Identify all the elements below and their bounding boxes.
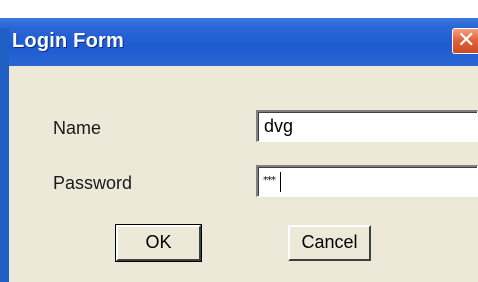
password-label: Password [53,173,133,193]
close-icon: ✕ [457,28,476,53]
screen-background-strip [0,0,478,18]
password-input-value: *** [263,175,276,186]
name-input[interactable]: dvg [256,110,478,142]
name-input-value: dvg [264,116,294,136]
cancel-button[interactable]: Cancel [288,225,371,261]
password-input[interactable]: *** [256,165,478,197]
ok-button[interactable]: OK [115,224,202,262]
ok-button-label: OK [145,232,172,252]
title-bar[interactable]: Login Form ✕ [0,0,478,66]
name-label: Name [53,118,102,138]
text-caret [280,172,281,192]
login-dialog: Login Form ✕ Name dvg Password *** OK Ca… [0,0,478,282]
cancel-button-label: Cancel [301,232,358,252]
close-button[interactable]: ✕ [452,28,478,54]
window-title: Login Form [12,30,124,52]
window-frame-left [0,28,9,282]
